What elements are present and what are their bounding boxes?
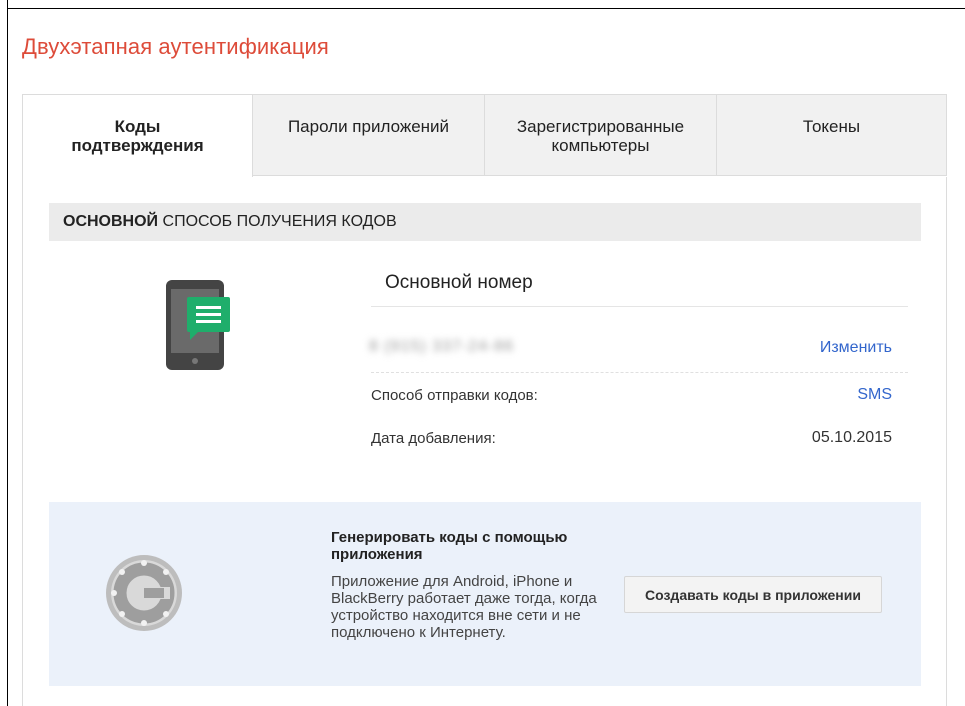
divider [371, 306, 908, 307]
delivery-method-label: Способ отправки кодов: [371, 387, 538, 404]
generate-codes-in-app-button[interactable]: Создавать коды в приложении [624, 576, 882, 613]
change-number-link[interactable]: Изменить [820, 339, 892, 357]
tab-label: Зарегистрированные компьютеры [516, 117, 685, 155]
app-section-title: Генерировать коды с помощью приложения [331, 529, 568, 563]
google-authenticator-icon [104, 553, 184, 633]
tab-tokens[interactable]: Токены [716, 94, 947, 176]
phone-sms-icon [166, 280, 232, 370]
section-heading-bold: ОСНОВНОЙ [63, 213, 159, 230]
tab-app-passwords[interactable]: Пароли приложений [252, 94, 485, 176]
window-border-left [7, 0, 8, 706]
date-added-label: Дата добавления: [371, 430, 496, 447]
tab-bar: Коды подтверждения Пароли приложений Зар… [22, 94, 947, 178]
tab-label: Токены [802, 117, 861, 136]
divider [371, 372, 908, 373]
date-added-value: 05.10.2015 [811, 429, 892, 446]
tab-verification-codes[interactable]: Коды подтверждения [22, 94, 253, 178]
tab-label: Пароли приложений [287, 117, 450, 136]
tab-label: Коды подтверждения [71, 117, 204, 155]
section-heading: ОСНОВНОЙ СПОСОБ ПОЛУЧЕНИЯ КОДОВ [49, 203, 921, 241]
primary-number-title: Основной номер [385, 272, 533, 293]
page-title: Двухэтапная аутентификация [22, 34, 329, 59]
phone-number-blurred: 8 (915) 337-24-86 [369, 338, 515, 355]
app-section-description: Приложение для Android, iPhone и BlackBe… [331, 573, 597, 641]
tab-registered-computers[interactable]: Зарегистрированные компьютеры [484, 94, 717, 176]
delivery-method-link[interactable]: SMS [857, 386, 892, 404]
section-heading-rest: СПОСОБ ПОЛУЧЕНИЯ КОДОВ [162, 213, 397, 230]
window-border-top [7, 8, 965, 9]
